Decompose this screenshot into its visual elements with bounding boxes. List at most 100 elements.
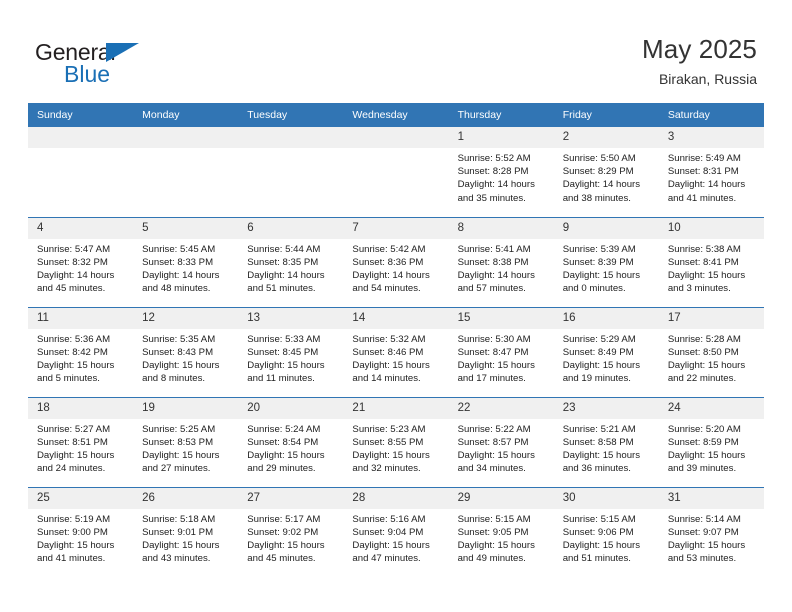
sunset-text: Sunset: 9:04 PM	[352, 526, 424, 538]
calendar-day-cell[interactable]: 8 Sunrise: 5:41 AM Sunset: 8:38 PM Daylight…	[448, 216, 554, 307]
calendar-day-cell[interactable]: 2 Sunrise: 5:50 AM Sunset: 8:29 PM Daylight…	[553, 127, 659, 217]
daylight-text-line1: Daylight: 14 hours	[562, 179, 641, 191]
calendar-day-cell[interactable]: 13 Sunrise: 5:33 AM Sunset: 8:45 PM Dayligh…	[238, 306, 344, 397]
calendar-day-cell[interactable]: 1 Sunrise: 5:52 AM Sunset: 8:28 PM Daylight…	[448, 127, 554, 217]
calendar-day-cell[interactable]: 21 Sunrise: 5:23 AM Sunset: 8:55 PM Dayligh…	[343, 396, 449, 487]
calendar-day-cell[interactable]: 23 Sunrise: 5:21 AM Sunset: 8:58 PM Dayligh…	[553, 396, 659, 487]
calendar-day-cell[interactable]: 6 Sunrise: 5:44 AM Sunset: 8:35 PM Daylight…	[238, 216, 344, 307]
daylight-text-line2: and 35 minutes.	[457, 192, 526, 204]
day-details: Sunrise: 5:32 AM Sunset: 8:46 PM Daylight:…	[343, 329, 448, 386]
sunrise-text: Sunrise: 5:44 AM	[247, 243, 321, 255]
sunrise-text: Sunrise: 5:20 AM	[667, 423, 741, 435]
daylight-text-line2: and 14 minutes.	[352, 373, 421, 385]
daylight-text-line2: and 5 minutes.	[37, 373, 100, 385]
weekday-header-thursday: Thursday	[448, 103, 554, 127]
day-number: 19	[133, 397, 239, 419]
calendar-day-cell[interactable]: 30 Sunrise: 5:15 AM Sunset: 9:06 PM Dayligh…	[553, 486, 659, 577]
daylight-text-line1: Daylight: 15 hours	[37, 359, 115, 371]
day-number: 13	[238, 307, 344, 329]
sunrise-text: Sunrise: 5:38 AM	[667, 243, 741, 255]
calendar-day-cell[interactable]: 3 Sunrise: 5:49 AM Sunset: 8:31 PM Daylight…	[658, 127, 764, 217]
sunset-text: Sunset: 8:42 PM	[37, 346, 108, 358]
day-details: Sunrise: 5:25 AM Sunset: 8:53 PM Daylight:…	[133, 419, 238, 476]
sunset-text: Sunset: 9:05 PM	[457, 526, 529, 538]
calendar-day-cell[interactable]: 4 Sunrise: 5:47 AM Sunset: 8:32 PM Daylight…	[28, 216, 134, 307]
day-number: 5	[133, 217, 239, 239]
sunset-text: Sunset: 8:36 PM	[352, 256, 424, 268]
daylight-text-line2: and 36 minutes.	[562, 463, 631, 475]
sunrise-text: Sunrise: 5:49 AM	[667, 153, 741, 164]
daylight-text-line2: and 51 minutes.	[562, 553, 631, 565]
daylight-text-line2: and 29 minutes.	[247, 463, 316, 475]
calendar-day-cell[interactable]: 7 Sunrise: 5:42 AM Sunset: 8:36 PM Daylight…	[343, 216, 449, 307]
daylight-text-line1: Daylight: 15 hours	[37, 449, 115, 461]
calendar-day-cell[interactable]: 24 Sunrise: 5:20 AM Sunset: 8:59 PM Dayligh…	[658, 396, 764, 487]
daylight-text-line2: and 22 minutes.	[667, 373, 737, 385]
sunrise-text: Sunrise: 5:18 AM	[142, 513, 216, 525]
daylight-text-line1: Daylight: 14 hours	[352, 269, 430, 281]
sunset-text: Sunset: 8:32 PM	[37, 256, 108, 268]
weekday-header-sunday: Sunday	[28, 103, 134, 127]
calendar-day-cell-empty	[238, 127, 344, 217]
calendar-day-cell[interactable]: 16 Sunrise: 5:29 AM Sunset: 8:49 PM Dayligh…	[553, 306, 659, 397]
calendar-day-cell[interactable]: 25 Sunrise: 5:19 AM Sunset: 9:00 PM Dayligh…	[28, 486, 134, 577]
day-number: 20	[238, 397, 344, 419]
sunrise-text: Sunrise: 5:15 AM	[457, 513, 531, 525]
daylight-text-line1: Daylight: 14 hours	[667, 179, 746, 191]
day-details: Sunrise: 5:35 AM Sunset: 8:43 PM Daylight:…	[133, 329, 238, 386]
daylight-text-line1: Daylight: 14 hours	[457, 269, 535, 281]
calendar-day-cell[interactable]: 5 Sunrise: 5:45 AM Sunset: 8:33 PM Daylight…	[133, 216, 239, 307]
daylight-text-line1: Daylight: 15 hours	[352, 359, 430, 371]
sunrise-text: Sunrise: 5:21 AM	[562, 423, 636, 435]
day-number: 1	[448, 127, 554, 148]
day-number: 15	[448, 307, 554, 329]
day-details: Sunrise: 5:20 AM Sunset: 8:59 PM Daylight:…	[659, 419, 764, 476]
calendar-day-cell[interactable]: 28 Sunrise: 5:16 AM Sunset: 9:04 PM Dayligh…	[343, 486, 449, 577]
day-number: 8	[448, 217, 554, 239]
daylight-text-line2: and 3 minutes.	[667, 283, 731, 295]
daylight-text-line2: and 57 minutes.	[457, 283, 526, 295]
calendar-day-cell[interactable]: 29 Sunrise: 5:15 AM Sunset: 9:05 PM Dayligh…	[448, 486, 554, 577]
daylight-text-line2: and 38 minutes.	[562, 192, 631, 204]
day-details: Sunrise: 5:49 AM Sunset: 8:31 PM Daylight:…	[659, 148, 764, 205]
page-header: General Blue May 2025 Birakan, Russia	[0, 0, 792, 103]
day-details: Sunrise: 5:28 AM Sunset: 8:50 PM Daylight:…	[659, 329, 764, 386]
sunrise-text: Sunrise: 5:16 AM	[352, 513, 426, 525]
calendar-day-cell[interactable]: 9 Sunrise: 5:39 AM Sunset: 8:39 PM Daylight…	[553, 216, 659, 307]
day-number: 12	[133, 307, 239, 329]
daylight-text-line2: and 39 minutes.	[667, 463, 737, 475]
general-blue-logo: General Blue	[35, 40, 165, 87]
sunrise-text: Sunrise: 5:19 AM	[37, 513, 111, 525]
day-number: 22	[448, 397, 554, 419]
sunrise-text: Sunrise: 5:23 AM	[352, 423, 426, 435]
sunset-text: Sunset: 9:01 PM	[142, 526, 214, 538]
calendar-day-cell[interactable]: 10 Sunrise: 5:38 AM Sunset: 8:41 PM Dayligh…	[658, 216, 764, 307]
day-details: Sunrise: 5:42 AM Sunset: 8:36 PM Daylight:…	[343, 239, 448, 296]
calendar-day-cell[interactable]: 19 Sunrise: 5:25 AM Sunset: 8:53 PM Dayligh…	[133, 396, 239, 487]
calendar-day-cell[interactable]: 15 Sunrise: 5:30 AM Sunset: 8:47 PM Dayligh…	[448, 306, 554, 397]
calendar-day-cell[interactable]: 26 Sunrise: 5:18 AM Sunset: 9:01 PM Dayligh…	[133, 486, 239, 577]
daylight-text-line1: Daylight: 15 hours	[667, 539, 746, 551]
calendar-day-cell[interactable]: 18 Sunrise: 5:27 AM Sunset: 8:51 PM Dayligh…	[28, 396, 134, 487]
calendar-day-cell[interactable]: 17 Sunrise: 5:28 AM Sunset: 8:50 PM Dayligh…	[658, 306, 764, 397]
daylight-text-line2: and 43 minutes.	[142, 553, 211, 565]
day-number: 23	[553, 397, 659, 419]
sunset-text: Sunset: 8:57 PM	[457, 436, 529, 448]
calendar-day-cell[interactable]: 12 Sunrise: 5:35 AM Sunset: 8:43 PM Dayligh…	[133, 306, 239, 397]
sunrise-text: Sunrise: 5:42 AM	[352, 243, 426, 255]
daylight-text-line1: Daylight: 15 hours	[352, 539, 430, 551]
calendar-day-cell[interactable]: 22 Sunrise: 5:22 AM Sunset: 8:57 PM Dayligh…	[448, 396, 554, 487]
daylight-text-line1: Daylight: 15 hours	[247, 449, 325, 461]
daylight-text-line2: and 24 minutes.	[37, 463, 106, 475]
sunrise-text: Sunrise: 5:41 AM	[457, 243, 531, 255]
daylight-text-line1: Daylight: 15 hours	[457, 449, 535, 461]
calendar-day-cell[interactable]: 27 Sunrise: 5:17 AM Sunset: 9:02 PM Dayligh…	[238, 486, 344, 577]
sunset-text: Sunset: 8:31 PM	[667, 166, 739, 178]
calendar-day-cell[interactable]: 11 Sunrise: 5:36 AM Sunset: 8:42 PM Dayligh…	[28, 306, 134, 397]
day-number: 29	[448, 487, 554, 509]
calendar-day-cell[interactable]: 20 Sunrise: 5:24 AM Sunset: 8:54 PM Dayligh…	[238, 396, 344, 487]
day-details: Sunrise: 5:30 AM Sunset: 8:47 PM Daylight:…	[449, 329, 554, 386]
calendar-day-cell[interactable]: 31 Sunrise: 5:14 AM Sunset: 9:07 PM Dayligh…	[658, 486, 764, 577]
sunrise-text: Sunrise: 5:17 AM	[247, 513, 321, 525]
calendar-day-cell[interactable]: 14 Sunrise: 5:32 AM Sunset: 8:46 PM Dayligh…	[343, 306, 449, 397]
